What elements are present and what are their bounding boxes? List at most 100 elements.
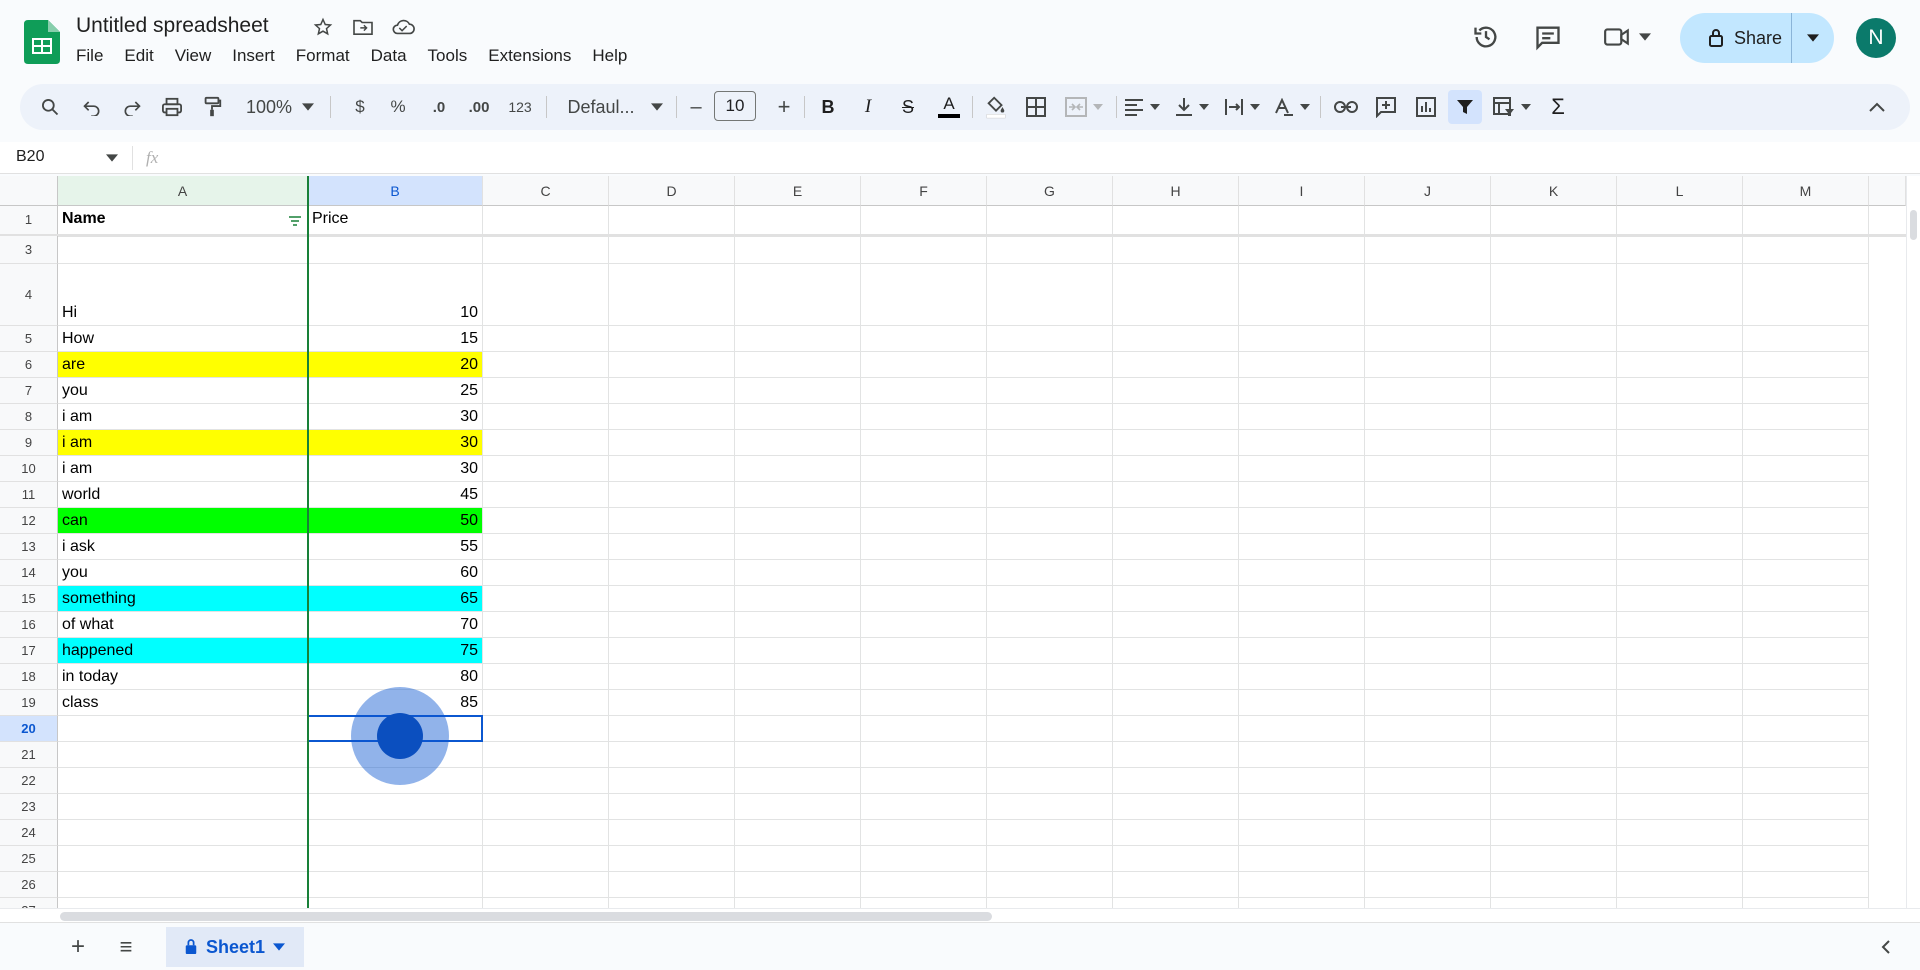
cell-a[interactable]: world (58, 482, 308, 508)
cell[interactable] (483, 482, 609, 508)
cell[interactable] (1239, 456, 1365, 482)
cell[interactable] (735, 846, 861, 872)
vertical-align-icon[interactable] (1170, 84, 1214, 130)
cell[interactable] (987, 768, 1113, 794)
row-header[interactable]: 12 (0, 508, 58, 534)
cell[interactable] (1239, 236, 1365, 264)
cell-b[interactable]: 60 (308, 560, 483, 586)
cell[interactable] (861, 326, 987, 352)
cell-b[interactable]: 25 (308, 378, 483, 404)
cell[interactable] (609, 638, 735, 664)
cell-b[interactable]: 50 (308, 508, 483, 534)
cell[interactable] (1743, 352, 1869, 378)
cell[interactable] (1743, 716, 1869, 742)
cell[interactable] (735, 206, 861, 236)
row-header[interactable]: 10 (0, 456, 58, 482)
cell[interactable] (861, 690, 987, 716)
cell[interactable] (1491, 846, 1617, 872)
cell-a[interactable]: in today (58, 664, 308, 690)
cell-a[interactable]: something (58, 586, 308, 612)
cell[interactable] (1491, 664, 1617, 690)
more-formats-button[interactable]: 123 (504, 84, 536, 130)
cell-b[interactable] (308, 794, 483, 820)
sheet-tab[interactable]: Sheet1 (166, 927, 304, 967)
cell[interactable] (483, 638, 609, 664)
cell[interactable] (1491, 534, 1617, 560)
cell-a[interactable] (58, 898, 308, 908)
cell-a[interactable]: i am (58, 404, 308, 430)
menu-format[interactable]: Format (296, 46, 350, 66)
cell-a[interactable] (58, 742, 308, 768)
cell[interactable] (609, 768, 735, 794)
cell[interactable] (1617, 638, 1743, 664)
cell[interactable] (735, 264, 861, 326)
cell[interactable] (861, 794, 987, 820)
filter-button-icon[interactable] (288, 214, 304, 228)
cell[interactable] (987, 534, 1113, 560)
cell[interactable] (1617, 586, 1743, 612)
cell[interactable] (735, 716, 861, 742)
cell[interactable] (987, 430, 1113, 456)
cell[interactable] (987, 586, 1113, 612)
cell[interactable] (1239, 352, 1365, 378)
row-header[interactable]: 25 (0, 846, 58, 872)
cell[interactable] (987, 690, 1113, 716)
cell[interactable] (735, 664, 861, 690)
chevron-down-icon[interactable] (106, 154, 118, 162)
share-button[interactable]: Share (1680, 13, 1834, 63)
row-header[interactable]: 4 (0, 264, 58, 326)
cell[interactable] (1491, 794, 1617, 820)
cell[interactable] (609, 430, 735, 456)
cell[interactable] (861, 404, 987, 430)
insert-comment-icon[interactable] (1370, 84, 1402, 130)
cell[interactable] (1491, 820, 1617, 846)
cell-b[interactable] (308, 820, 483, 846)
column-header-b[interactable]: B (308, 176, 483, 206)
row-header[interactable]: 7 (0, 378, 58, 404)
cell[interactable] (1113, 664, 1239, 690)
cell[interactable] (1239, 560, 1365, 586)
insert-link-icon[interactable] (1330, 84, 1362, 130)
column-header-d[interactable]: D (609, 176, 735, 206)
cell[interactable] (987, 638, 1113, 664)
column-header-e[interactable]: E (735, 176, 861, 206)
decrease-font-size-button[interactable]: – (684, 84, 708, 130)
cell[interactable] (735, 404, 861, 430)
cell[interactable] (987, 206, 1113, 236)
italic-button[interactable]: I (854, 84, 882, 130)
cell[interactable] (987, 352, 1113, 378)
column-header-k[interactable]: K (1491, 176, 1617, 206)
merge-cells-icon[interactable] (1060, 84, 1108, 130)
cell[interactable] (1365, 638, 1491, 664)
comments-icon[interactable] (1530, 14, 1566, 60)
cell[interactable] (1113, 612, 1239, 638)
cell[interactable] (1743, 768, 1869, 794)
cell[interactable] (1365, 430, 1491, 456)
collapse-toolbar-icon[interactable] (1862, 84, 1892, 130)
cell-a[interactable] (58, 872, 308, 898)
cell[interactable] (987, 612, 1113, 638)
cell[interactable] (1113, 872, 1239, 898)
cell[interactable] (1113, 326, 1239, 352)
cell[interactable] (1365, 534, 1491, 560)
increase-decimal-button[interactable]: .00 (462, 84, 496, 130)
cell[interactable] (861, 664, 987, 690)
cell[interactable] (1743, 534, 1869, 560)
cell[interactable] (1617, 872, 1743, 898)
cell[interactable] (483, 820, 609, 846)
cell[interactable] (1743, 378, 1869, 404)
row-header[interactable]: 13 (0, 534, 58, 560)
cell[interactable] (1113, 690, 1239, 716)
cell[interactable] (1113, 820, 1239, 846)
cell[interactable] (1743, 560, 1869, 586)
cell-b[interactable]: Price (308, 206, 483, 236)
cell-b[interactable] (308, 898, 483, 908)
cell[interactable] (1113, 404, 1239, 430)
cell[interactable] (1491, 456, 1617, 482)
cell[interactable] (1113, 768, 1239, 794)
move-folder-icon[interactable] (348, 16, 378, 38)
cell[interactable] (1617, 534, 1743, 560)
cell[interactable] (987, 846, 1113, 872)
cell-a[interactable] (58, 794, 308, 820)
cell[interactable] (609, 794, 735, 820)
